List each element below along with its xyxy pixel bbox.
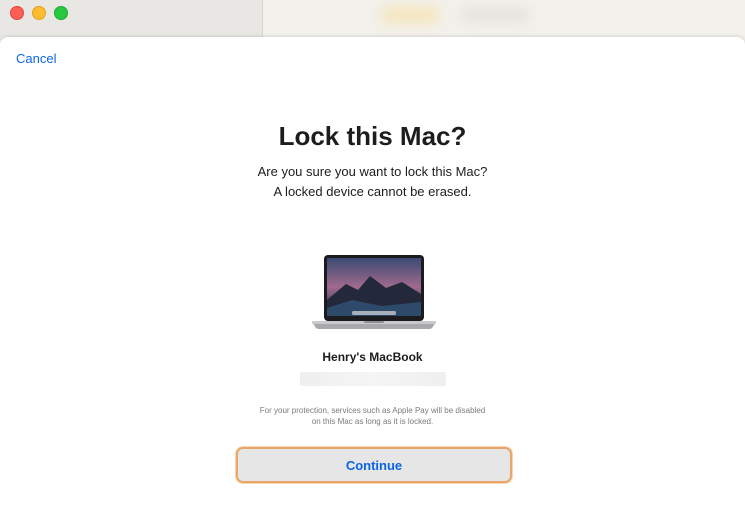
redacted-device-detail bbox=[300, 372, 446, 386]
zoom-window-button[interactable] bbox=[54, 6, 68, 20]
device-name: Henry's MacBook bbox=[322, 350, 423, 364]
background-toolbar-blur bbox=[380, 6, 440, 24]
protection-note-line-2: on this Mac as long as it is locked. bbox=[311, 417, 434, 426]
background-toolbar-blur-2 bbox=[460, 8, 530, 22]
sheet-subtitle-line-2: A locked device cannot be erased. bbox=[273, 184, 472, 199]
close-window-button[interactable] bbox=[10, 6, 24, 20]
protection-note-line-1: For your protection, services such as Ap… bbox=[259, 406, 486, 415]
macbook-icon bbox=[312, 255, 436, 329]
continue-button[interactable]: Continue bbox=[236, 447, 512, 483]
sheet-title: Lock this Mac? bbox=[278, 121, 467, 151]
lock-mac-sheet: Cancel Lock this Mac? Are you sure you w… bbox=[0, 37, 745, 529]
cancel-button[interactable]: Cancel bbox=[16, 51, 56, 66]
window-controls bbox=[10, 6, 68, 20]
sheet-subtitle-line-1: Are you sure you want to lock this Mac? bbox=[257, 164, 488, 179]
minimize-window-button[interactable] bbox=[32, 6, 46, 20]
